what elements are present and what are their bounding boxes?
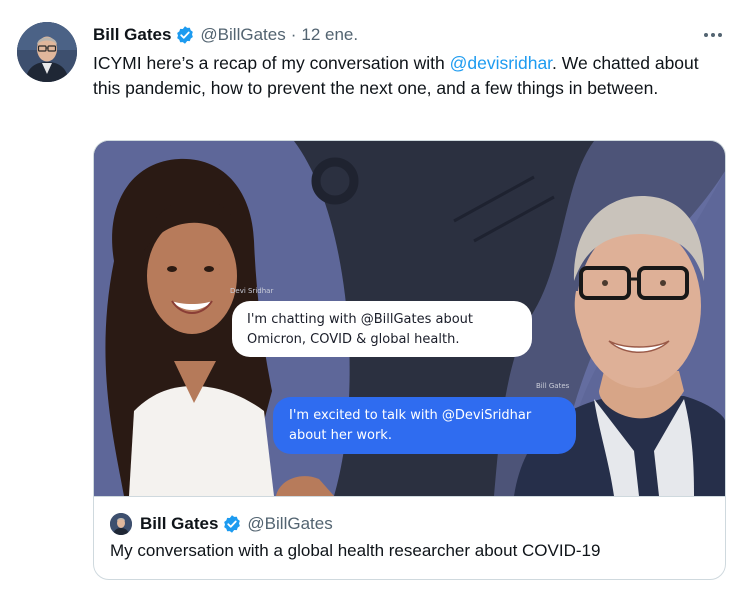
tweet-date[interactable]: 12 ene.	[301, 25, 358, 45]
speech-bubble-white: I'm chatting with @BillGates about Omicr…	[232, 301, 532, 357]
bubble-white-line2: Omicron, COVID & global health.	[247, 332, 459, 347]
quote-text: My conversation with a global health res…	[110, 541, 601, 560]
quote-author-avatar	[110, 513, 132, 535]
tweet-text-part1: ICYMI here’s a recap of my conversation …	[93, 53, 450, 73]
mention-link[interactable]: @devisridhar	[450, 53, 552, 73]
quote-author-handle: @BillGates	[247, 514, 333, 533]
card-footer[interactable]: Bill Gates @BillGates My conversation wi…	[94, 496, 725, 579]
verified-badge-icon	[175, 25, 195, 45]
speech-bubble-blue: I'm excited to talk with @DeviSridhar ab…	[273, 397, 576, 454]
quote-header: Bill Gates @BillGates	[140, 513, 333, 535]
more-options-button[interactable]	[700, 24, 726, 46]
name-tag-left: Devi Sridhar	[230, 287, 273, 295]
tweet[interactable]: Bill Gates @BillGates · 12 ene. ICYMI he…	[0, 0, 756, 591]
author-avatar[interactable]	[17, 22, 77, 82]
card-image[interactable]: Devi Sridhar Bill Gates I'm chatting wit…	[94, 141, 725, 496]
bubble-white-line1: I'm chatting with @BillGates about	[247, 312, 473, 327]
separator-dot: ·	[290, 25, 297, 44]
link-card[interactable]: Devi Sridhar Bill Gates I'm chatting wit…	[93, 140, 726, 580]
verified-badge-icon	[222, 514, 242, 534]
tweet-header: Bill Gates @BillGates · 12 ene.	[93, 24, 358, 46]
name-tag-right: Bill Gates	[536, 382, 570, 390]
bubble-blue-line1: I'm excited to talk with @DeviSridhar	[289, 408, 532, 423]
author-name[interactable]: Bill Gates	[93, 25, 171, 45]
ellipsis-icon	[704, 33, 722, 37]
quote-author-name: Bill Gates	[140, 514, 219, 533]
tweet-text: ICYMI here’s a recap of my conversation …	[93, 51, 723, 100]
bubble-blue-line2: about her work.	[289, 428, 392, 443]
author-handle[interactable]: @BillGates	[200, 25, 285, 45]
